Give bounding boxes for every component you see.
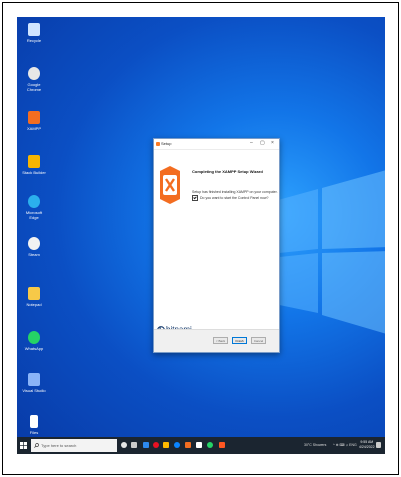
search-icon xyxy=(34,443,39,448)
checkbox-label: Do you want to start the Control Panel n… xyxy=(200,196,269,200)
steam-icon xyxy=(28,237,40,250)
notepad-icon xyxy=(28,287,40,300)
setup-taskbar-icon[interactable] xyxy=(219,442,225,448)
whatsapp-icon xyxy=(28,331,40,344)
back-button[interactable]: < Back xyxy=(213,337,228,344)
xampp-taskbar-icon[interactable] xyxy=(185,442,191,448)
clock-date: 4/24/2022 xyxy=(359,445,375,449)
file-icon xyxy=(30,415,38,428)
notification-icon[interactable] xyxy=(376,442,381,448)
xampp-icon xyxy=(28,111,40,124)
desktop-icon-whatsapp[interactable]: WhatsApp xyxy=(21,331,47,351)
search-placeholder: Type here to search xyxy=(41,443,77,448)
desktop-icon-stack-builder[interactable]: Stack Builder xyxy=(21,155,47,175)
wizard-sidebar: bitnami xyxy=(154,150,192,334)
close-button[interactable]: × xyxy=(271,140,274,147)
taskbar-search-box[interactable]: Type here to search xyxy=(31,439,117,452)
xampp-logo-icon xyxy=(160,166,180,204)
desktop: Recycle Google Chrome XAMPP Stack Builde… xyxy=(17,17,385,454)
wizard-description: Setup has finished installing XAMPP on y… xyxy=(192,190,278,194)
desktop-icon-xampp[interactable]: XAMPP xyxy=(21,111,47,131)
cortana-icon[interactable] xyxy=(121,442,127,448)
recycle-bin-icon xyxy=(28,23,40,36)
taskbar-clock[interactable]: 9:55 AM 4/24/2022 xyxy=(359,440,375,450)
edge-icon xyxy=(28,195,40,208)
chrome-icon xyxy=(28,67,40,80)
task-view-icon[interactable] xyxy=(131,442,137,448)
cancel-button[interactable]: Cancel xyxy=(251,337,266,344)
start-control-panel-option[interactable]: Do you want to start the Control Panel n… xyxy=(192,195,268,201)
system-tray[interactable]: ^ ⊕ ⌨ ♫ ENG xyxy=(333,443,357,447)
chrome-taskbar-icon[interactable] xyxy=(153,442,159,448)
desktop-icon-files[interactable]: Files xyxy=(21,415,47,435)
setup-icon xyxy=(156,142,160,146)
taskbar: Type here to search 30°C Showers ^ ⊕ ⌨ ♫… xyxy=(17,437,385,454)
edge-taskbar-icon[interactable] xyxy=(174,442,180,448)
explorer-folder-icon[interactable] xyxy=(163,442,169,448)
stack-builder-icon xyxy=(28,155,40,168)
dialog-title: Setup xyxy=(161,141,172,146)
whatsapp-taskbar-icon[interactable] xyxy=(207,442,213,448)
desktop-icon-recycle[interactable]: Recycle xyxy=(21,23,47,43)
visual-studio-icon xyxy=(28,373,40,386)
start-control-panel-checkbox[interactable] xyxy=(192,195,198,201)
desktop-icon-edge[interactable]: Microsoft Edge xyxy=(21,195,47,220)
desktop-icon-steam[interactable]: Steam xyxy=(21,237,47,257)
desktop-icon-notepad[interactable]: Notepad xyxy=(21,287,47,307)
weather-widget[interactable]: 30°C Showers xyxy=(304,443,326,447)
windows-start-icon[interactable] xyxy=(20,442,27,449)
desktop-icon-visual-studio[interactable]: Visual Studio xyxy=(21,373,47,393)
file-explorer-icon[interactable] xyxy=(143,442,149,448)
finish-button[interactable]: Finish xyxy=(232,337,247,344)
maximize-button[interactable]: ▢ xyxy=(260,140,265,147)
dialog-footer: < Back Finish Cancel xyxy=(154,329,279,352)
desktop-icon-chrome[interactable]: Google Chrome xyxy=(21,67,47,92)
minimize-button[interactable]: – xyxy=(250,140,253,147)
dialog-titlebar[interactable]: Setup – ▢ × xyxy=(154,139,279,150)
setup-dialog: Setup – ▢ × bitnami Completing the XAMPP… xyxy=(153,138,280,353)
wizard-heading: Completing the XAMPP Setup Wizard xyxy=(192,169,263,174)
store-icon[interactable] xyxy=(196,442,202,448)
